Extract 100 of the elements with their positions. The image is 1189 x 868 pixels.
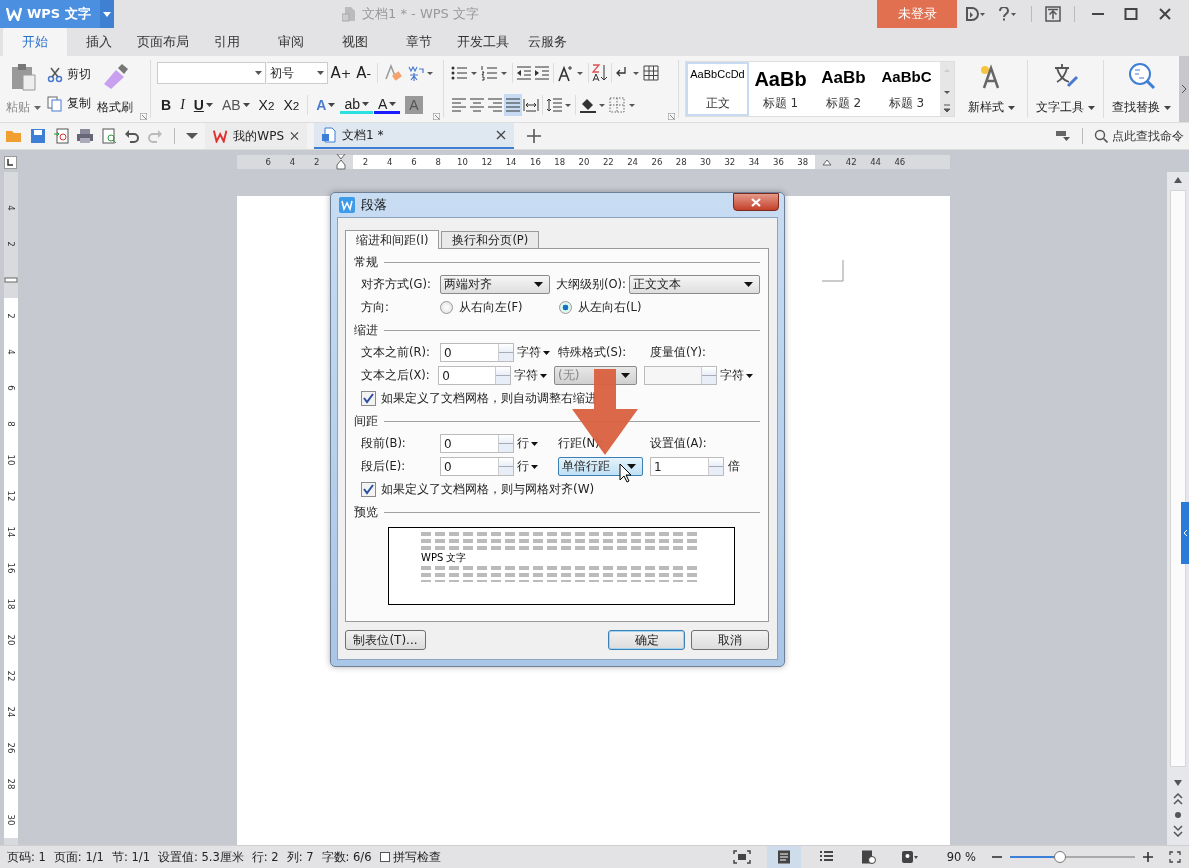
save-icon[interactable] (30, 128, 46, 144)
format-button[interactable]: U (189, 94, 217, 116)
format-button[interactable]: B (157, 94, 176, 116)
direction-radio[interactable]: 从右向左(F) (440, 300, 559, 315)
status-field: 页面: 1/1 (53, 849, 104, 865)
tab-stop-icon[interactable] (4, 155, 17, 169)
pinyin-icon (407, 64, 435, 82)
next-page-icon[interactable] (1173, 825, 1183, 837)
app-menu-caret[interactable] (100, 0, 114, 28)
previous-page-icon[interactable] (1173, 793, 1183, 805)
tab-stops-button[interactable]: 制表位(T)... (345, 630, 426, 650)
zoom-in-icon[interactable] (1143, 852, 1153, 862)
snap-grid-checkbox[interactable]: 如果定义了文档网格，则与网格对齐(W) (354, 478, 760, 501)
caret-icon[interactable] (186, 132, 198, 140)
sort-button[interactable] (591, 62, 609, 84)
unit-dropdown[interactable]: 字符 (716, 368, 760, 383)
ribbon-button[interactable]: 查找替换 (1112, 99, 1171, 116)
close-tab-icon[interactable] (290, 131, 299, 141)
ribbon-tab[interactable]: 云服务 (515, 28, 579, 56)
checkbox[interactable] (379, 852, 390, 862)
ribbon-tab[interactable]: 开发工具 (451, 28, 515, 56)
pin-icon[interactable] (1055, 129, 1071, 143)
caret-icon (745, 373, 753, 378)
fit-window-icon[interactable] (1169, 851, 1181, 863)
text-effect-button[interactable]: A (373, 96, 401, 114)
dialog-tab[interactable]: 缩进和间距(I) (345, 230, 440, 249)
scissors-icon (47, 66, 63, 83)
ribbon-tab[interactable]: 引用 (195, 28, 259, 56)
document-tab[interactable]: 我的WPS (205, 123, 307, 149)
undo-icon[interactable] (124, 128, 140, 144)
scroll-thumb[interactable] (1170, 190, 1186, 767)
style-sample: AaBb (754, 68, 807, 91)
style-name: 标题 2 (825, 95, 862, 112)
alignment-icon (487, 98, 503, 112)
radio-button[interactable] (559, 301, 572, 314)
ribbon-tab[interactable]: 开始 (3, 28, 67, 56)
dialog-launcher-icon (668, 113, 675, 120)
font-size-field[interactable]: 初号 (266, 62, 328, 84)
browse-object-icon[interactable] (1173, 811, 1183, 819)
checkbox[interactable] (361, 482, 376, 497)
format-painter-button[interactable]: 格式刷 (97, 99, 133, 116)
radio-button[interactable] (440, 301, 453, 314)
setting-value-field[interactable]: 1 (650, 457, 724, 476)
unit-dropdown[interactable]: 行 (514, 459, 558, 474)
ribbon-tab[interactable]: 审阅 (259, 28, 323, 56)
side-panel-toggle[interactable] (1181, 502, 1189, 564)
scroll-up-icon[interactable] (1173, 176, 1183, 184)
space-after-field[interactable]: 0 (440, 457, 514, 476)
unit-dropdown[interactable]: 字符 (514, 345, 558, 360)
cancel-button[interactable]: 取消 (691, 630, 769, 650)
cut-button[interactable]: 剪切 (47, 66, 91, 83)
text-effect-button[interactable]: ab (340, 96, 373, 114)
copy-button[interactable]: 复制 (47, 95, 91, 112)
style-item[interactable]: AaBb 标题 2 (812, 62, 875, 116)
view-mode-button[interactable] (766, 846, 801, 868)
dialog-tab[interactable]: 换行和分页(P) (441, 231, 540, 248)
text-effect-button[interactable]: A (312, 94, 340, 116)
command-search-field[interactable]: 点此查找命令 (1094, 127, 1189, 145)
close-tab-icon[interactable] (496, 130, 506, 140)
indent-after-field[interactable]: 0 (438, 366, 511, 385)
ribbon-tab[interactable]: 插入 (67, 28, 131, 56)
unit-dropdown[interactable]: 行 (514, 436, 558, 451)
style-item[interactable]: AaBb 标题 1 (749, 62, 812, 116)
direction-radio[interactable]: 从左向右(L) (559, 300, 678, 315)
margin-marker-icon[interactable] (4, 276, 18, 284)
font-name-field[interactable] (157, 62, 266, 84)
style-item[interactable]: AaBbC 标题 3 (875, 62, 938, 116)
style-item[interactable]: AaBbCcDd 正文 (686, 62, 749, 116)
space-before-field[interactable]: 0 (440, 434, 514, 453)
scroll-down-icon[interactable] (1173, 779, 1183, 787)
export-pdf-icon[interactable] (53, 128, 69, 144)
indent-marker-icon[interactable] (336, 154, 347, 170)
measure-field[interactable] (644, 366, 717, 385)
table-button[interactable] (642, 62, 660, 84)
checkbox[interactable] (361, 391, 376, 406)
new-tab-icon[interactable] (527, 129, 541, 143)
spell-check-toggle[interactable]: 拼写检查 (379, 849, 441, 865)
caret-icon (1164, 105, 1171, 110)
print-preview-icon[interactable] (101, 128, 117, 144)
line-spacing-dropdown[interactable]: 单倍行距 (558, 457, 643, 476)
zoom-slider-thumb[interactable] (1054, 851, 1066, 863)
ribbon-button[interactable]: 文字工具 (1036, 99, 1095, 116)
close-button[interactable] (733, 193, 779, 211)
vertical-scrollbar[interactable] (1167, 172, 1189, 845)
indent-before-field[interactable]: 0 (440, 343, 514, 362)
outline-level-dropdown[interactable]: 正文文本 (628, 275, 760, 294)
restore-ribbon-button[interactable] (1042, 4, 1064, 24)
ribbon-tab[interactable]: 视图 (323, 28, 387, 56)
print-icon[interactable] (76, 128, 94, 144)
ok-button[interactable]: 确定 (608, 630, 685, 650)
document-tab[interactable]: 文档1 * (314, 123, 514, 149)
ribbon-tab[interactable]: 页面布局 (131, 28, 195, 56)
align-button[interactable] (504, 94, 522, 116)
format-button[interactable]: I (176, 94, 189, 116)
alignment-dropdown[interactable]: 两端对齐 (439, 275, 551, 294)
format-button[interactable]: AB (217, 94, 254, 116)
unit-dropdown[interactable]: 字符 (510, 368, 554, 383)
ribbon-tab[interactable]: 章节 (387, 28, 451, 56)
ribbon-button[interactable]: 新样式 (967, 99, 1015, 116)
paste-button[interactable]: 粘贴 (6, 99, 41, 116)
